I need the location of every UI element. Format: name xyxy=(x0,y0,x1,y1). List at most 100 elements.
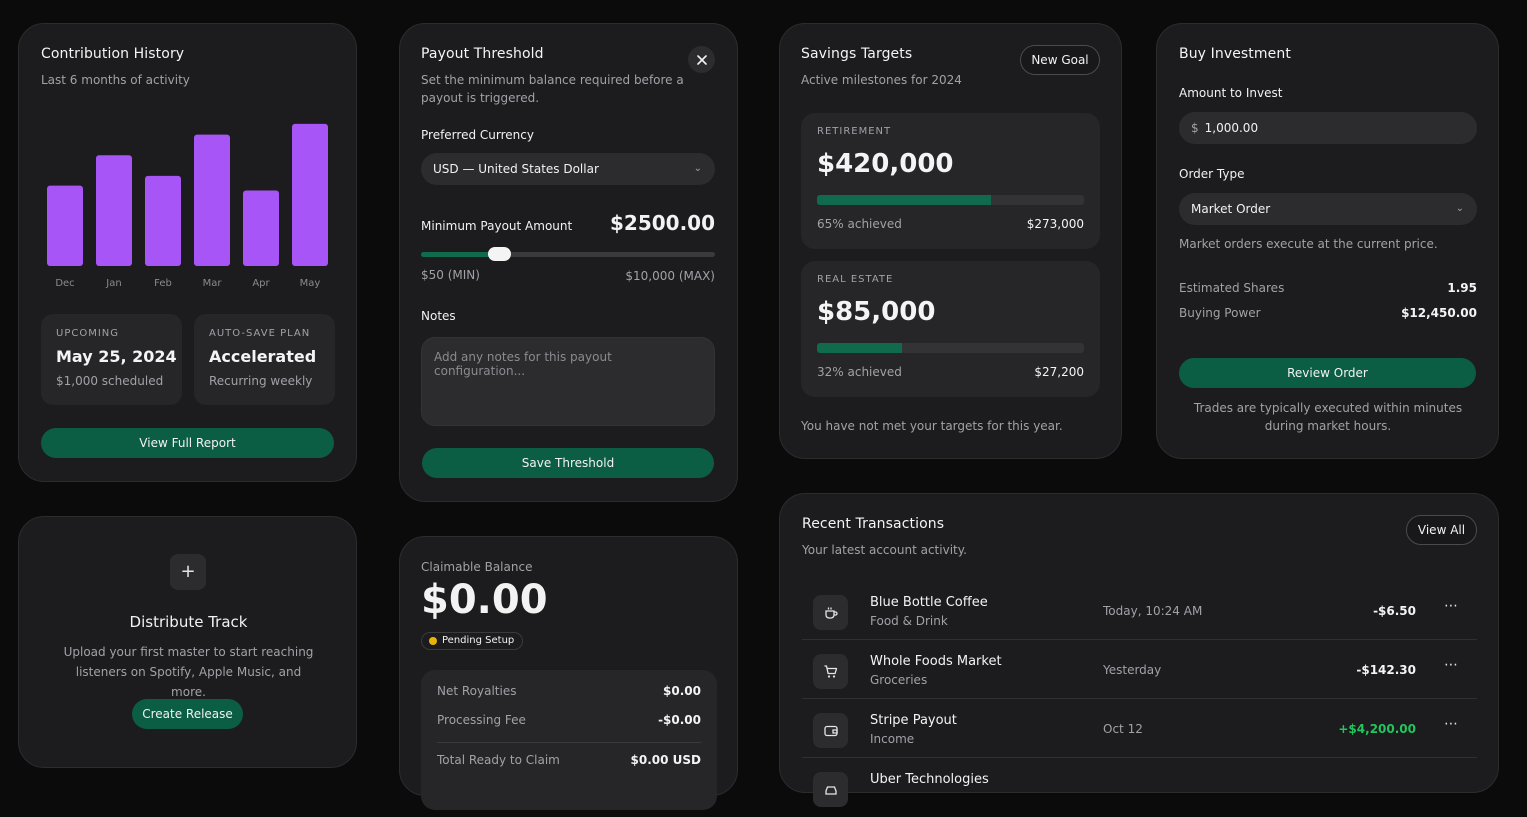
power-label: Buying Power xyxy=(1179,306,1261,320)
x-tick-label: Mar xyxy=(203,278,223,289)
order-hint: Market orders execute at the current pri… xyxy=(1179,237,1438,251)
merchant-category: Food & Drink xyxy=(870,614,948,628)
amount-input[interactable]: $1,000.00 xyxy=(1179,112,1477,144)
total-row: Total Ready to Claim $0.00 USD xyxy=(437,753,701,767)
merchant-name: Blue Bottle Coffee xyxy=(870,595,988,610)
bar-feb[interactable] xyxy=(145,175,181,266)
slider-max-label: $10,000 (MAX) xyxy=(625,269,715,283)
payout-slider[interactable] xyxy=(421,247,715,261)
card-subtitle: Your latest account activity. xyxy=(802,543,967,557)
x-tick-label: Jan xyxy=(105,278,121,289)
goal-current: $27,200 xyxy=(1034,365,1084,379)
view-full-report-button[interactable]: View Full Report xyxy=(41,428,334,458)
card-title: Contribution History xyxy=(41,46,185,62)
save-threshold-button[interactable]: Save Threshold xyxy=(422,448,714,478)
bar-apr[interactable] xyxy=(243,190,279,266)
estimated-shares-row: Estimated Shares 1.95 xyxy=(1179,281,1477,295)
card-title: Payout Threshold xyxy=(421,46,544,62)
claimable-amount: $0.00 xyxy=(421,577,548,623)
claimable-balance-card: Claimable Balance $0.00 Pending Setup Ne… xyxy=(399,536,738,810)
upcoming-sub: $1,000 scheduled xyxy=(56,374,164,388)
card-title: Buy Investment xyxy=(1179,46,1291,62)
transaction-time: Yesterday xyxy=(1103,663,1162,677)
card-subtitle: Set the minimum balance required before … xyxy=(421,73,684,105)
savings-footer: You have not met your targets for this y… xyxy=(801,419,1063,433)
trade-footnote: Trades are typically executed within min… xyxy=(1193,401,1463,433)
more-icon[interactable]: ⋯ xyxy=(1444,598,1459,614)
dollar-icon: $ xyxy=(1191,121,1199,135)
distribute-description: Upload your first master to start reachi… xyxy=(63,645,314,699)
goal-label: REAL ESTATE xyxy=(817,274,894,285)
slider-thumb[interactable] xyxy=(487,247,511,261)
goal-amount: $420,000 xyxy=(817,149,954,179)
distribute-title: Distribute Track xyxy=(129,613,248,631)
x-tick-label: May xyxy=(300,278,321,289)
close-icon xyxy=(696,54,707,65)
coffee-icon xyxy=(813,595,848,630)
merchant-name: Whole Foods Market xyxy=(870,654,1002,669)
new-goal-button[interactable]: New Goal xyxy=(1020,45,1100,75)
transaction-row[interactable]: Blue Bottle Coffee Food & Drink Today, 1… xyxy=(802,582,1477,640)
goal-percent: 32% achieved xyxy=(817,365,902,379)
view-all-button[interactable]: View All xyxy=(1406,515,1477,545)
distribute-track-card: + Distribute Track Upload your first mas… xyxy=(18,516,357,768)
transaction-time: Oct 12 xyxy=(1103,722,1143,736)
x-tick-label: Dec xyxy=(55,278,74,289)
card-title: Savings Targets xyxy=(801,46,913,62)
claim-breakdown: Net Royalties $0.00 Processing Fee -$0.0… xyxy=(421,670,717,810)
car-icon xyxy=(813,772,848,807)
currency-label: Preferred Currency xyxy=(421,128,534,142)
shares-value: 1.95 xyxy=(1447,281,1477,295)
chevron-down-icon: ⌄ xyxy=(693,163,702,174)
order-type-label: Order Type xyxy=(1179,167,1245,181)
pending-dot-icon xyxy=(429,637,437,645)
order-type-select[interactable]: Market Order ⌄ xyxy=(1179,193,1477,225)
savings-targets-card: Savings Targets Active milestones for 20… xyxy=(779,23,1122,459)
notes-textarea[interactable] xyxy=(421,337,715,426)
auto-save-box: AUTO-SAVE PLAN Accelerated Recurring wee… xyxy=(194,314,335,405)
bar-mar[interactable] xyxy=(194,134,230,266)
transaction-row[interactable]: Uber Technologies xyxy=(802,759,1477,817)
bar-dec[interactable] xyxy=(47,185,83,266)
create-release-button[interactable]: Create Release xyxy=(132,699,243,729)
recent-transactions-card: Recent Transactions Your latest account … xyxy=(779,493,1499,807)
goal-progress-fill xyxy=(817,343,903,353)
more-icon[interactable]: ⋯ xyxy=(1444,716,1459,732)
goal-retirement: RETIREMENT $420,000 65% achieved $273,00… xyxy=(801,113,1100,249)
divider xyxy=(437,742,701,743)
transaction-time: Today, 10:24 AM xyxy=(1103,604,1203,618)
close-button[interactable] xyxy=(688,46,715,73)
contribution-bar-chart: Dec Jan Feb Mar Apr May xyxy=(47,123,328,289)
goal-progress-fill xyxy=(817,195,991,205)
row-value: $0.00 xyxy=(663,684,701,698)
power-value: $12,450.00 xyxy=(1401,306,1477,320)
goal-real-estate: REAL ESTATE $85,000 32% achieved $27,200 xyxy=(801,261,1100,397)
cart-icon xyxy=(813,654,848,689)
bar-jan[interactable] xyxy=(96,155,132,266)
transaction-amount: -$142.30 xyxy=(1356,663,1416,677)
currency-select[interactable]: USD — United States Dollar ⌄ xyxy=(421,153,715,185)
buying-power-row: Buying Power $12,450.00 xyxy=(1179,306,1477,320)
merchant-category: Groceries xyxy=(870,673,928,687)
status-badge: Pending Setup xyxy=(421,632,524,650)
transaction-amount: +$4,200.00 xyxy=(1338,722,1416,736)
goal-amount: $85,000 xyxy=(817,297,936,327)
currency-value: USD — United States Dollar xyxy=(433,162,599,176)
plus-icon[interactable]: + xyxy=(170,554,206,590)
review-order-button[interactable]: Review Order xyxy=(1179,358,1476,388)
min-payout-label: Minimum Payout Amount xyxy=(421,219,573,233)
row-label: Net Royalties xyxy=(437,684,517,698)
badge-text: Pending Setup xyxy=(442,635,515,646)
transaction-row[interactable]: Whole Foods Market Groceries Yesterday -… xyxy=(802,641,1477,699)
row-value: -$0.00 xyxy=(658,713,701,727)
transaction-row[interactable]: Stripe Payout Income Oct 12 +$4,200.00 ⋯ xyxy=(802,700,1477,758)
plan-value: Accelerated xyxy=(209,347,317,366)
bar-may[interactable] xyxy=(292,123,328,267)
upcoming-label: UPCOMING xyxy=(56,328,120,339)
order-type-value: Market Order xyxy=(1191,202,1271,216)
merchant-name: Stripe Payout xyxy=(870,713,957,728)
more-icon[interactable]: ⋯ xyxy=(1444,657,1459,673)
merchant-category: Income xyxy=(870,732,915,746)
goal-label: RETIREMENT xyxy=(817,126,892,137)
card-title: Recent Transactions xyxy=(802,516,945,532)
